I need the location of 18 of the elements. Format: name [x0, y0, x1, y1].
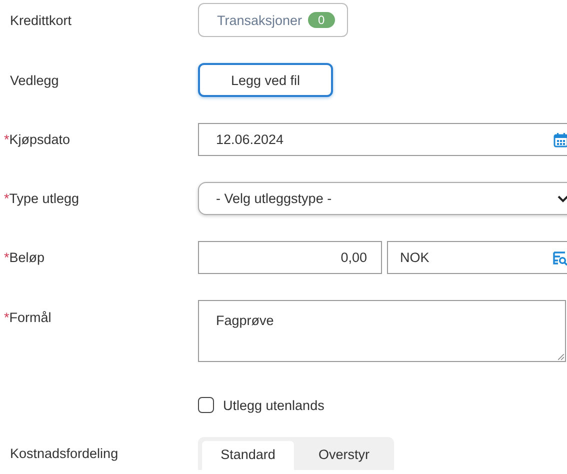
segment-tab[interactable]: Overstyr: [298, 441, 390, 470]
segment-tab[interactable]: Standard: [202, 441, 294, 470]
amount-field[interactable]: 0,00: [198, 241, 382, 274]
expense-type-dropdown[interactable]: - Velg utleggstype -: [198, 182, 567, 215]
field-label: *Beløp: [4, 250, 45, 265]
field-label: *Kjøpsdato: [4, 132, 70, 147]
purpose-textarea[interactable]: Fagprøve: [198, 300, 566, 362]
attach-file-button[interactable]: Legg ved fil: [198, 63, 333, 97]
currency-field[interactable]: NOK: [387, 241, 567, 274]
count-badge: 0: [308, 12, 335, 28]
field-label: *Type utlegg: [4, 191, 80, 206]
field-label: Vedlegg: [9, 72, 59, 88]
transactions-button[interactable]: Transaksjoner 0: [198, 3, 348, 37]
date-field[interactable]: 12.06.2024: [198, 123, 567, 156]
field-label: Kostnadsfordeling: [9, 446, 118, 461]
field-label: *Formål: [4, 310, 52, 325]
field-label: Kredittkort: [9, 12, 72, 28]
checkbox-label: Utlegg utenlands: [223, 398, 324, 412]
